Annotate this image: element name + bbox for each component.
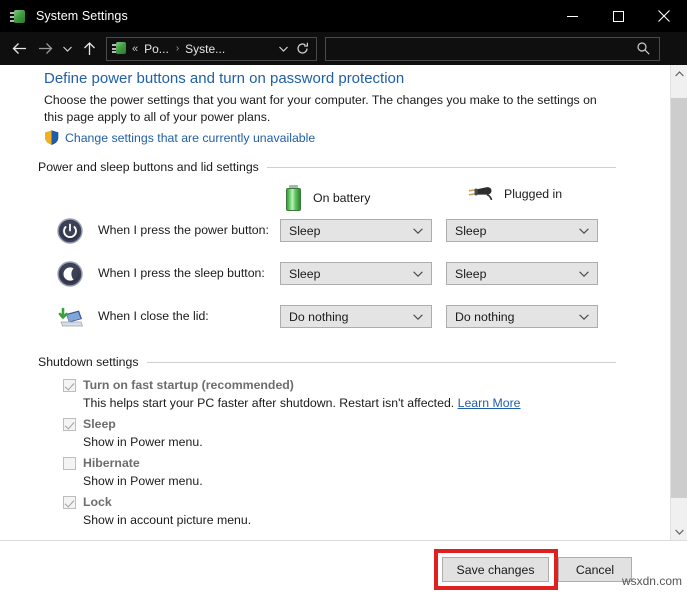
- chevron-down-icon: [579, 270, 589, 277]
- setting-row-close-lid-label: When I close the lid:: [98, 309, 209, 323]
- column-header-on-battery: On battery: [285, 185, 370, 211]
- scroll-up-icon[interactable]: [671, 65, 687, 82]
- chevron-down-icon: [579, 313, 589, 320]
- change-settings-link[interactable]: Change settings that are currently unava…: [65, 131, 315, 145]
- scrollbar-thumb[interactable]: [671, 98, 687, 498]
- window-title: System Settings: [36, 9, 128, 23]
- power-group-header: Power and sleep buttons and lid settings: [38, 160, 616, 174]
- laptop-lid-icon: [57, 304, 84, 330]
- breadcrumb-system-settings-icon: [112, 41, 127, 56]
- address-dropdown-chevron-down-icon[interactable]: [279, 46, 288, 52]
- scroll-down-icon[interactable]: [671, 523, 687, 540]
- checkbox-sleep[interactable]: [63, 417, 76, 431]
- power-group-divider: [266, 166, 616, 168]
- system-settings-window: System Settings « Po... › Syste... Defin…: [0, 0, 687, 593]
- column-header-plugged-in-label: Plugged in: [504, 187, 563, 201]
- back-arrow-icon[interactable]: [6, 36, 32, 62]
- chevron-down-icon: [579, 227, 589, 234]
- chevron-down-icon: [413, 270, 423, 277]
- combo-power-button-plugged-in-value: Sleep: [455, 223, 487, 238]
- close-button[interactable]: [641, 0, 687, 32]
- combo-close-lid-on-battery[interactable]: Do nothing: [280, 305, 432, 328]
- combo-sleep-button-plugged-in-value: Sleep: [455, 266, 487, 281]
- breadcrumb-item-power[interactable]: Po...: [144, 42, 169, 56]
- shutdown-group-header-label: Shutdown settings: [38, 355, 139, 369]
- system-settings-icon: [10, 8, 27, 25]
- maximize-button[interactable]: [595, 0, 641, 32]
- recent-locations-chevron-down-icon[interactable]: [58, 36, 76, 62]
- checkbox-row-hibernate[interactable]: Hibernate: [63, 456, 140, 470]
- battery-icon: [285, 185, 302, 211]
- up-arrow-icon[interactable]: [76, 36, 102, 62]
- breadcrumb-item-system[interactable]: Syste...: [185, 42, 225, 56]
- search-icon: [637, 42, 650, 55]
- change-settings-link-row[interactable]: Change settings that are currently unava…: [44, 130, 315, 145]
- footer-bar: Save changes Cancel wsxdn.com: [0, 540, 687, 593]
- learn-more-link[interactable]: Learn More: [458, 396, 521, 410]
- checkbox-hibernate[interactable]: [63, 456, 76, 470]
- combo-sleep-button-on-battery[interactable]: Sleep: [280, 262, 432, 285]
- shutdown-group-header: Shutdown settings: [38, 355, 616, 369]
- checkbox-hibernate-label: Hibernate: [83, 456, 140, 470]
- breadcrumb-separator: ›: [175, 43, 180, 54]
- navigation-bar: « Po... › Syste...: [0, 32, 687, 65]
- setting-row-close-lid: When I close the lid: Do nothing Do noth…: [0, 302, 687, 332]
- breadcrumb-overflow[interactable]: «: [132, 43, 138, 55]
- shield-icon: [44, 130, 59, 145]
- combo-power-button-on-battery[interactable]: Sleep: [280, 219, 432, 242]
- refresh-icon[interactable]: [296, 42, 309, 55]
- combo-close-lid-plugged-in-value: Do nothing: [455, 309, 515, 324]
- setting-row-power-button: When I press the power button: Sleep Sle…: [0, 216, 687, 246]
- minimize-button[interactable]: [549, 0, 595, 32]
- title-bar: System Settings: [0, 0, 687, 32]
- checkbox-row-sleep[interactable]: Sleep: [63, 417, 116, 431]
- power-button-icon: [57, 218, 83, 244]
- fast-startup-description-text: This helps start your PC faster after sh…: [83, 396, 455, 410]
- checkbox-fast-startup-description: This helps start your PC faster after sh…: [83, 396, 521, 410]
- checkbox-sleep-label: Sleep: [83, 417, 116, 431]
- content-pane: Define power buttons and turn on passwor…: [0, 65, 687, 540]
- checkbox-fast-startup[interactable]: [63, 378, 76, 392]
- shutdown-group-divider: [146, 361, 616, 363]
- checkbox-row-lock[interactable]: Lock: [63, 495, 112, 509]
- checkbox-lock-description: Show in account picture menu.: [83, 513, 252, 527]
- power-plug-icon: [468, 185, 493, 203]
- column-header-on-battery-label: On battery: [313, 191, 371, 205]
- combo-power-button-on-battery-value: Sleep: [289, 223, 321, 238]
- checkbox-fast-startup-label: Turn on fast startup (recommended): [83, 378, 294, 392]
- power-group-header-label: Power and sleep buttons and lid settings: [38, 160, 259, 174]
- combo-sleep-button-on-battery-value: Sleep: [289, 266, 321, 281]
- vertical-scrollbar[interactable]: [670, 65, 687, 540]
- chevron-down-icon: [413, 313, 423, 320]
- setting-row-sleep-button-label: When I press the sleep button:: [98, 266, 265, 280]
- page-title: Define power buttons and turn on passwor…: [44, 70, 405, 87]
- checkbox-row-fast-startup[interactable]: Turn on fast startup (recommended): [63, 378, 294, 392]
- checkbox-sleep-description: Show in Power menu.: [83, 435, 203, 449]
- watermark: wsxdn.com: [621, 574, 682, 588]
- setting-row-sleep-button: When I press the sleep button: Sleep Sle…: [0, 259, 687, 289]
- window-controls: [549, 0, 687, 32]
- cancel-button[interactable]: Cancel: [558, 557, 632, 582]
- combo-power-button-plugged-in[interactable]: Sleep: [446, 219, 598, 242]
- combo-close-lid-plugged-in[interactable]: Do nothing: [446, 305, 598, 328]
- setting-row-power-button-label: When I press the power button:: [98, 223, 269, 237]
- chevron-down-icon: [413, 227, 423, 234]
- column-header-plugged-in: Plugged in: [468, 185, 562, 203]
- search-box[interactable]: [325, 36, 660, 61]
- sleep-moon-icon: [57, 261, 83, 287]
- checkbox-hibernate-description: Show in Power menu.: [83, 474, 203, 488]
- checkbox-lock[interactable]: [63, 495, 76, 509]
- save-changes-button[interactable]: Save changes: [442, 557, 549, 582]
- combo-sleep-button-plugged-in[interactable]: Sleep: [446, 262, 598, 285]
- page-description: Choose the power settings that you want …: [44, 93, 597, 124]
- address-bar[interactable]: « Po... › Syste...: [106, 36, 317, 61]
- checkbox-lock-label: Lock: [83, 495, 112, 509]
- combo-close-lid-on-battery-value: Do nothing: [289, 309, 349, 324]
- forward-arrow-icon[interactable]: [32, 36, 58, 62]
